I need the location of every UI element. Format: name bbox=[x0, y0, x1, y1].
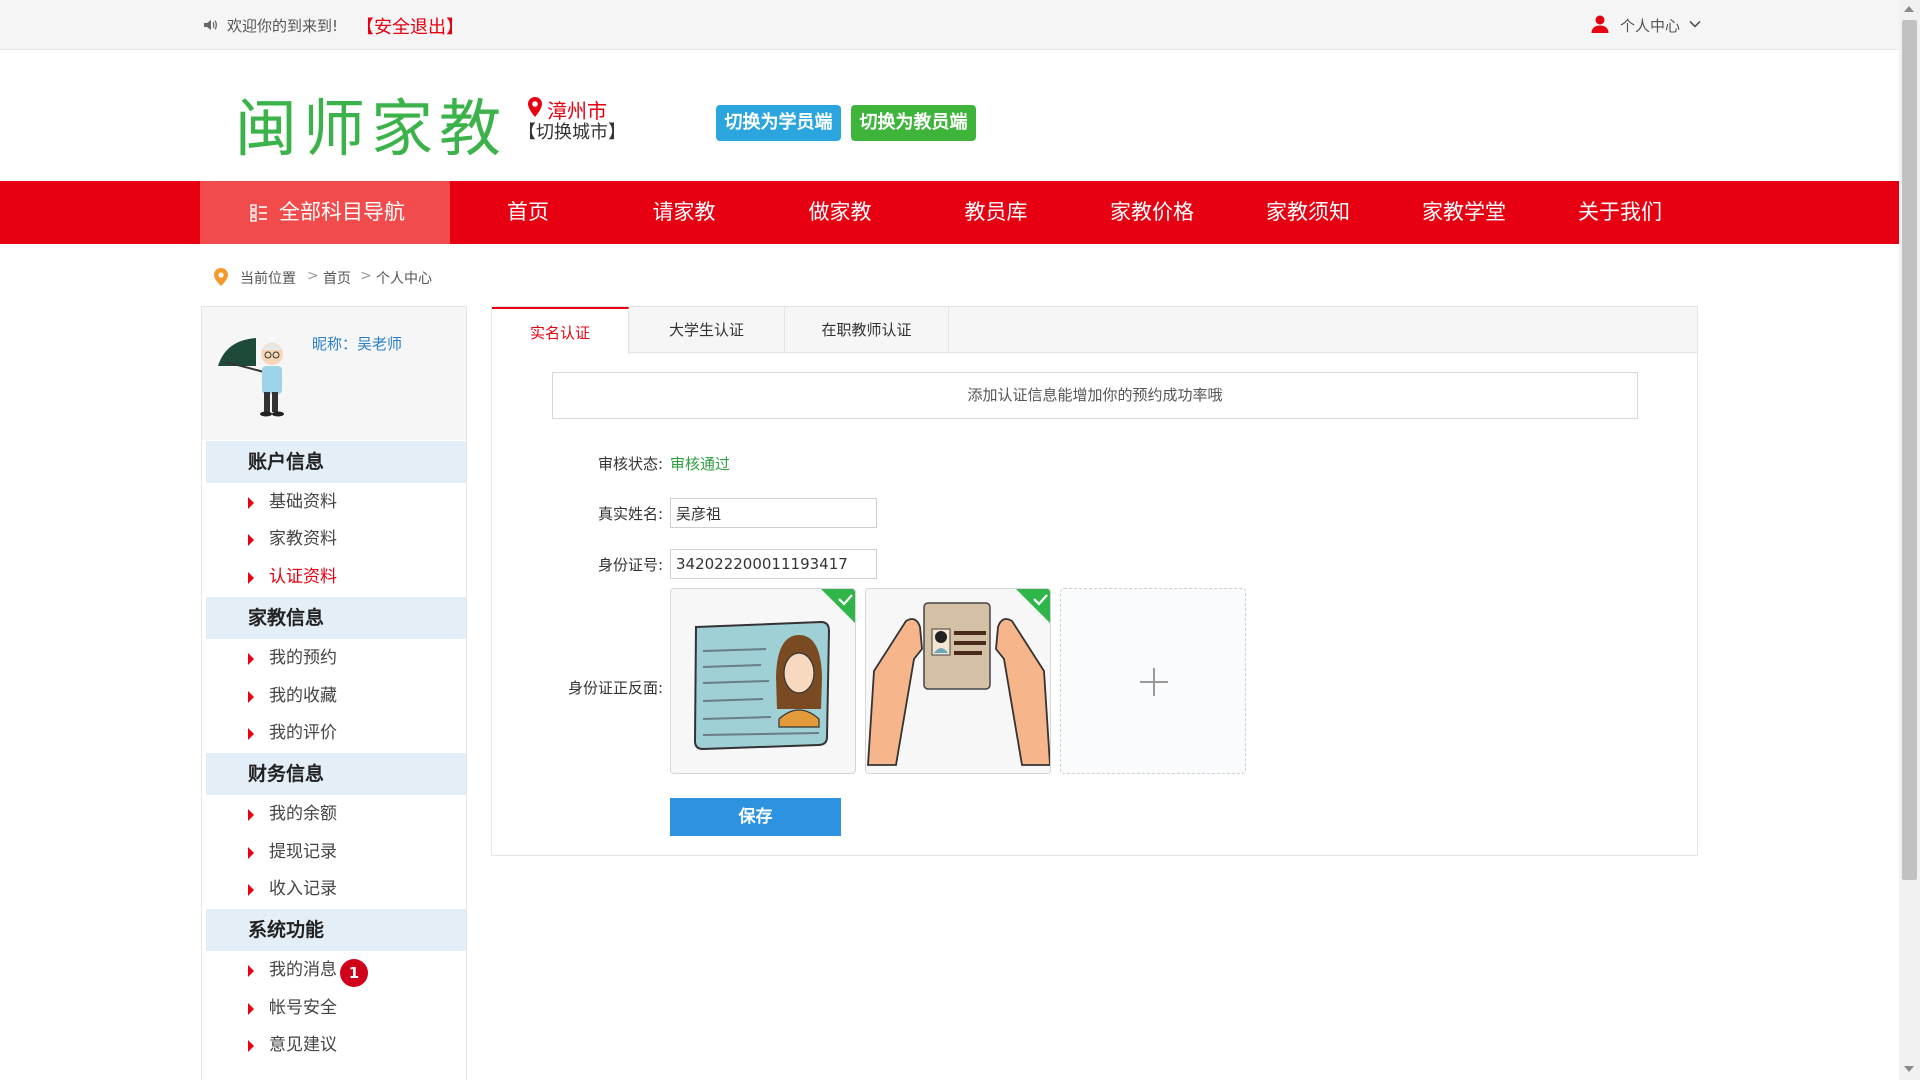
vertical-scrollbar[interactable] bbox=[1899, 0, 1920, 1080]
all-subjects-label: 全部科目导航 bbox=[279, 200, 405, 224]
sidebar-item-label: 我的预约 bbox=[269, 648, 337, 668]
nav-item-tutor-library[interactable]: 教员库 bbox=[936, 181, 1056, 244]
sidebar-item-label: 认证资料 bbox=[269, 567, 337, 587]
tab-student-cert[interactable]: 大学生认证 bbox=[629, 307, 785, 353]
speaker-icon bbox=[204, 20, 217, 30]
nav-item-hire-tutor[interactable]: 请家教 bbox=[624, 181, 744, 244]
real-name-field[interactable] bbox=[670, 498, 877, 528]
welcome-text: 欢迎你的到来到! bbox=[227, 17, 339, 35]
sidebar: 昵称：吴老师 账户信息 基础资料 家教资料 认证资料 家教信息 我的预约 我的收… bbox=[201, 306, 467, 1080]
sidebar-item-label: 家教资料 bbox=[269, 529, 337, 549]
user-icon[interactable] bbox=[1590, 14, 1610, 34]
list-menu-icon bbox=[250, 204, 267, 222]
caret-right-icon bbox=[248, 653, 254, 665]
caret-right-icon bbox=[248, 691, 254, 703]
real-name-label: 真实姓名: bbox=[597, 505, 663, 523]
switch-to-teacher-button[interactable]: 切换为教员端 bbox=[851, 105, 976, 141]
caret-right-icon bbox=[248, 884, 254, 896]
top-bar: 欢迎你的到来到! 【安全退出】 个人中心 bbox=[0, 0, 1899, 50]
sidebar-item-label: 我的消息 bbox=[269, 960, 337, 980]
caret-right-icon bbox=[248, 965, 254, 977]
breadcrumb-home[interactable]: 首页 bbox=[323, 268, 351, 288]
caret-right-icon bbox=[248, 1003, 254, 1015]
switch-city-link[interactable]: 【切换城市】 bbox=[518, 118, 626, 144]
nav-item-about[interactable]: 关于我们 bbox=[1560, 181, 1680, 244]
save-button[interactable]: 保存 bbox=[670, 798, 841, 836]
sidebar-item-label: 收入记录 bbox=[269, 879, 337, 899]
id-photo-label: 身份证正反面: bbox=[567, 679, 663, 697]
message-count-badge: 1 bbox=[340, 959, 368, 987]
caret-right-icon bbox=[248, 1040, 254, 1052]
caret-right-icon bbox=[248, 534, 254, 546]
breadcrumb-separator: > bbox=[307, 268, 319, 284]
breadcrumb-personal-center: 个人中心 bbox=[376, 271, 432, 287]
id-card-back-image[interactable] bbox=[865, 588, 1051, 774]
chevron-down-icon[interactable] bbox=[1688, 17, 1702, 31]
sidebar-item-label: 提现记录 bbox=[269, 842, 337, 862]
caret-right-icon bbox=[248, 497, 254, 509]
tab-real-name[interactable]: 实名认证 bbox=[492, 307, 629, 354]
main-nav: 全部科目导航 首页 请家教 做家教 教员库 家教价格 家教须知 家教学堂 关于我… bbox=[0, 181, 1899, 244]
scroll-up-arrow-icon[interactable] bbox=[1904, 6, 1914, 12]
caret-right-icon bbox=[248, 728, 254, 740]
caret-right-icon bbox=[248, 809, 254, 821]
location-marker-icon bbox=[214, 268, 228, 286]
plus-icon bbox=[1140, 668, 1168, 696]
switch-to-student-button[interactable]: 切换为学员端 bbox=[716, 105, 841, 141]
add-image-button[interactable] bbox=[1060, 588, 1246, 774]
section-account-info: 账户信息 bbox=[206, 441, 466, 483]
status-value: 审核通过 bbox=[670, 455, 731, 473]
sidebar-item-label: 意见建议 bbox=[269, 1035, 337, 1055]
id-card-front-image[interactable] bbox=[670, 588, 856, 774]
breadcrumb-separator: > bbox=[360, 268, 372, 284]
verified-check-icon bbox=[1016, 589, 1050, 623]
id-number-field[interactable] bbox=[670, 549, 877, 579]
id-number-label: 身份证号: bbox=[597, 556, 663, 574]
tab-teacher-cert[interactable]: 在职教师认证 bbox=[785, 307, 949, 353]
profile-area: 昵称：吴老师 bbox=[202, 307, 466, 440]
section-tutoring-info: 家教信息 bbox=[206, 597, 466, 639]
sidebar-item-label: 我的收藏 bbox=[269, 686, 337, 706]
sidebar-item-label: 帐号安全 bbox=[269, 998, 337, 1018]
personal-center-link[interactable]: 个人中心 bbox=[1620, 15, 1680, 36]
certification-panel: 实名认证 大学生认证 在职教师认证 添加认证信息能增加你的预约成功率哦 审核状态… bbox=[491, 306, 1698, 856]
scroll-down-arrow-icon[interactable] bbox=[1904, 1066, 1914, 1072]
sidebar-item-label: 基础资料 bbox=[269, 492, 337, 512]
section-system: 系统功能 bbox=[206, 909, 466, 951]
sidebar-item-my-messages[interactable]: 我的消息 bbox=[248, 958, 428, 982]
sidebar-item-label: 我的余额 bbox=[269, 804, 337, 824]
section-finance-info: 财务信息 bbox=[206, 753, 466, 795]
tab-bar: 实名认证 大学生认证 在职教师认证 bbox=[492, 307, 1697, 354]
location-pin-icon bbox=[528, 97, 542, 117]
nav-item-home[interactable]: 首页 bbox=[468, 181, 588, 244]
nav-item-be-tutor[interactable]: 做家教 bbox=[780, 181, 900, 244]
logout-link[interactable]: 【安全退出】 bbox=[356, 13, 464, 39]
scrollbar-thumb[interactable] bbox=[1902, 20, 1917, 880]
breadcrumb-current-position: 当前位置 bbox=[240, 271, 296, 287]
all-subjects-menu[interactable]: 全部科目导航 bbox=[200, 181, 450, 244]
caret-right-icon bbox=[248, 572, 254, 584]
nav-item-academy[interactable]: 家教学堂 bbox=[1404, 181, 1524, 244]
site-logo[interactable]: 闽师家教 bbox=[235, 78, 507, 168]
sidebar-item-label: 我的评价 bbox=[269, 723, 337, 743]
info-notice: 添加认证信息能增加你的预约成功率哦 bbox=[552, 372, 1638, 419]
caret-right-icon bbox=[248, 847, 254, 859]
verified-check-icon bbox=[821, 589, 855, 623]
nickname: 昵称：吴老师 bbox=[312, 335, 403, 353]
status-label: 审核状态: bbox=[597, 455, 663, 473]
teacher-avatar bbox=[218, 338, 284, 417]
nav-item-notice[interactable]: 家教须知 bbox=[1248, 181, 1368, 244]
nav-item-prices[interactable]: 家教价格 bbox=[1092, 181, 1212, 244]
